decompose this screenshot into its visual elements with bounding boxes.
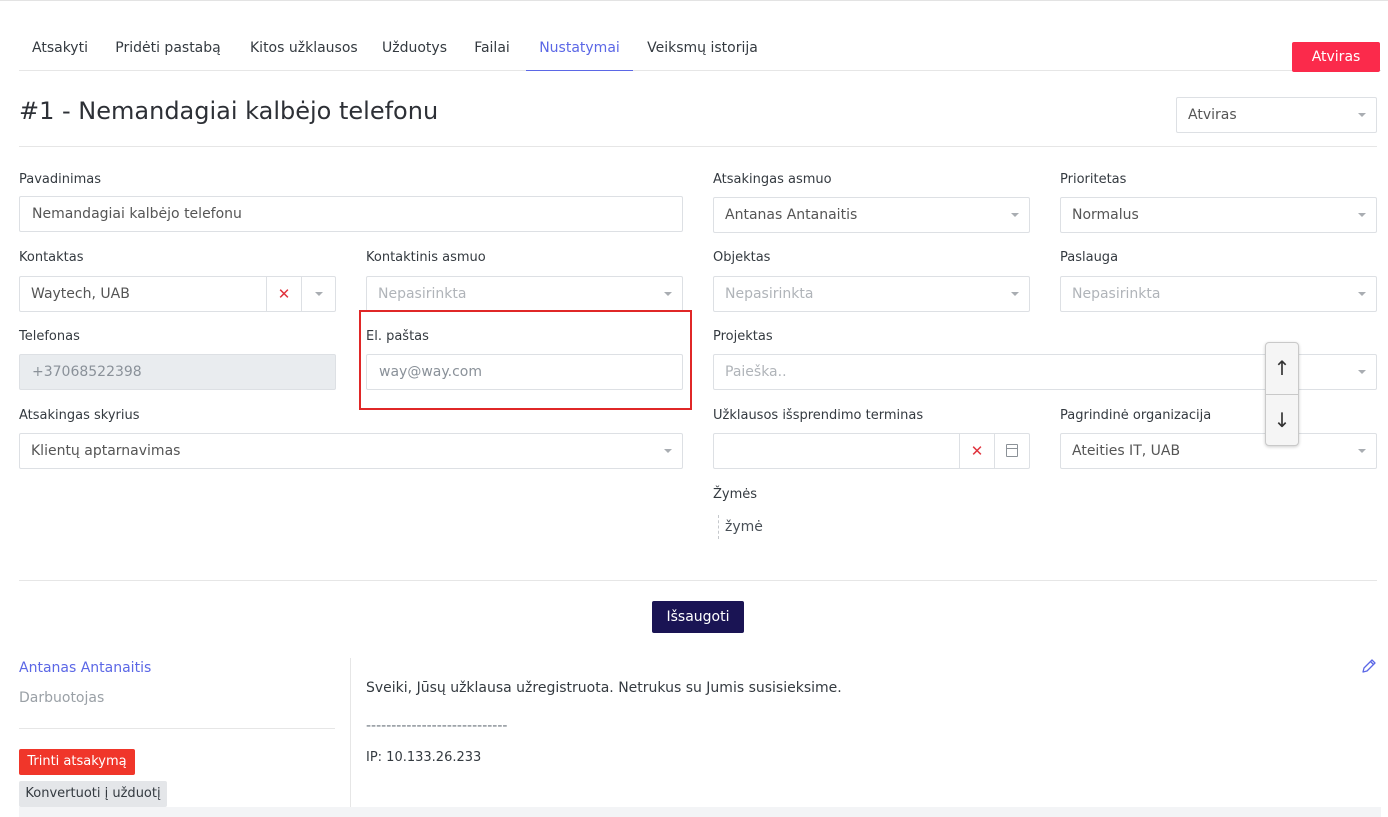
telefonas-input: +37068522398 [19,354,336,390]
convert-to-task-button[interactable]: Konvertuoti į užduotį [19,781,167,807]
kontaktinis-asmuo-placeholder: Nepasirinkta [378,286,467,302]
projektas-label: Projektas [713,329,773,344]
atsakingas-asmuo-label: Atsakingas asmuo [713,172,832,187]
scroll-arrows-widget: ↑ ↓ [1265,342,1299,446]
top-border [0,0,1388,1]
pavadinimas-value: Nemandagiai kalbėjo telefonu [32,206,242,222]
page-title: #1 - Nemandagiai kalbėjo telefonu [19,97,439,125]
calendar-icon [1006,444,1018,457]
reply-ip: IP: 10.133.26.233 [366,750,482,765]
status-button[interactable]: Atviras [1292,42,1380,72]
arrow-up-icon[interactable]: ↑ [1266,343,1298,394]
prioritetas-label: Prioritetas [1060,172,1127,187]
chevron-down-icon [664,292,672,296]
tags-input[interactable]: žymė [718,515,763,539]
paslauga-label: Paslauga [1060,250,1119,265]
tab-kitos-uzklausos[interactable]: Kitos užklausos [250,28,358,71]
atsakingas-skyrius-select[interactable]: Klientų aptarnavimas [19,433,683,469]
pavadinimas-label: Pavadinimas [19,172,101,187]
prioritetas-select[interactable]: Normalus [1060,197,1377,233]
status-select-value: Atviras [1188,107,1237,123]
pagrindine-organizacija-select[interactable]: Ateities IT, UAB [1060,433,1377,469]
reply-author-role: Darbuotojas [19,690,105,706]
tab-failai[interactable]: Failai [473,28,511,71]
prioritetas-value: Normalus [1072,207,1139,223]
clear-icon[interactable]: ✕ [266,277,301,311]
chevron-down-icon [1011,292,1019,296]
tab-nustatymai[interactable]: Nustatymai [526,28,633,71]
reply-message: Sveiki, Jūsų užklausa užregistruota. Net… [366,680,842,696]
terminas-input[interactable]: ✕ [713,433,1030,469]
chevron-down-icon [1011,213,1019,217]
objektas-select[interactable]: Nepasirinkta [713,276,1030,312]
tab-prideti-pastaba[interactable]: Pridėti pastabą [114,28,222,71]
edit-pencil-icon[interactable] [1360,657,1378,675]
kontaktas-value: Waytech, UAB [31,286,130,302]
projektas-placeholder: Paieška.. [725,364,787,380]
status-select[interactable]: Atviras [1176,97,1377,133]
atsakingas-skyrius-value: Klientų aptarnavimas [31,443,181,459]
tab-bar: Atsakyti Pridėti pastabą Kitos užklausos… [19,28,1381,71]
kontaktinis-asmuo-select[interactable]: Nepasirinkta [366,276,683,312]
zymes-label: Žymės [713,487,758,502]
chevron-down-icon [1358,113,1366,117]
tab-atsakyti[interactable]: Atsakyti [32,28,88,71]
pavadinimas-input[interactable]: Nemandagiai kalbėjo telefonu [19,196,683,232]
atsakingas-skyrius-label: Atsakingas skyrius [19,408,140,423]
bottom-strip [19,807,1381,817]
kontaktinis-asmuo-label: Kontaktinis asmuo [366,250,486,265]
chevron-down-icon [315,292,323,296]
arrow-down-icon[interactable]: ↓ [1266,395,1298,446]
chevron-down-icon [1358,449,1366,453]
kontaktas-select[interactable]: Waytech, UAB ✕ [19,276,336,312]
tag-placeholder: žymė [725,519,763,535]
tab-veiksmu-istorija[interactable]: Veiksmų istorija [647,28,758,71]
clear-icon[interactable]: ✕ [959,434,994,468]
chevron-down-icon [1358,292,1366,296]
calendar-button[interactable] [994,434,1029,468]
objektas-placeholder: Nepasirinkta [725,286,814,302]
delete-reply-button[interactable]: Trinti atsakymą [19,749,135,775]
tab-uzduotys[interactable]: Užduotys [382,28,447,71]
chevron-down-icon [664,449,672,453]
divider [19,580,1377,581]
kontaktas-label: Kontaktas [19,250,84,265]
chevron-down-icon [1358,213,1366,217]
reply-author-link[interactable]: Antanas Antanaitis [19,660,151,676]
paslauga-placeholder: Nepasirinkta [1072,286,1161,302]
telefonas-label: Telefonas [19,329,80,344]
pagrindine-organizacija-value: Ateities IT, UAB [1072,443,1181,459]
telefonas-value: +37068522398 [32,364,142,380]
vertical-divider [350,658,351,808]
objektas-label: Objektas [713,250,771,265]
atsakingas-asmuo-select[interactable]: Antanas Antanaitis [713,197,1030,233]
save-button[interactable]: Išsaugoti [652,601,744,633]
reply-separator: ---------------------------- [366,718,508,734]
highlight-box [359,310,692,410]
pagrindine-organizacija-label: Pagrindinė organizacija [1060,408,1212,423]
terminas-label: Užklausos išsprendimo terminas [713,408,924,423]
paslauga-select[interactable]: Nepasirinkta [1060,276,1377,312]
kontaktas-dropdown-toggle[interactable] [301,277,335,311]
divider [19,728,335,729]
divider [19,146,1377,147]
chevron-down-icon [1358,370,1366,374]
atsakingas-asmuo-value: Antanas Antanaitis [725,207,858,223]
